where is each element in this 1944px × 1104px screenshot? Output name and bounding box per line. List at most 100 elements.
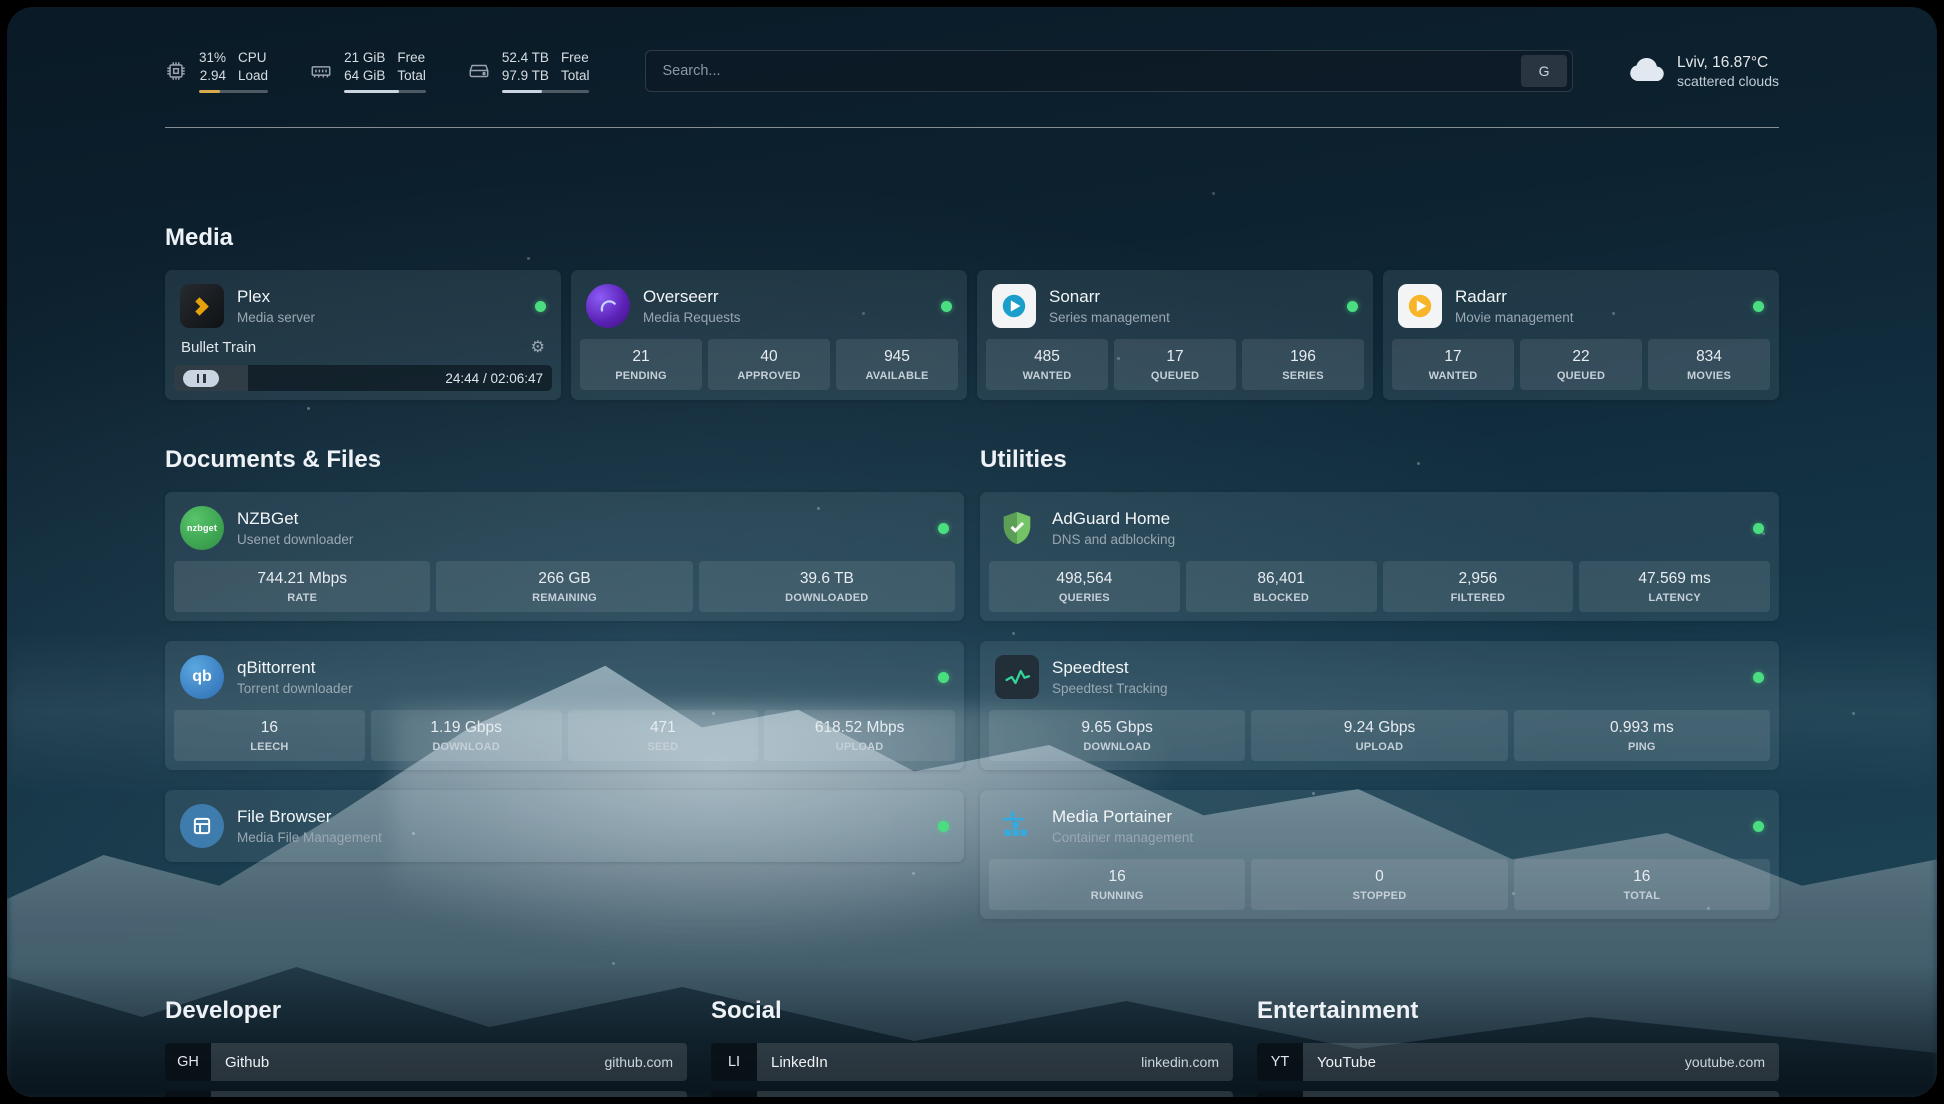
service-description: Torrent downloader (237, 681, 353, 696)
documents-column: Documents & Files nzbget NZBGet Usenet d… (165, 446, 964, 919)
stat-latency: 47.569 ms LATENCY (1579, 561, 1770, 612)
service-card-portainer[interactable]: Media Portainer Container management 16 … (980, 790, 1779, 919)
stat-value: 485 (990, 348, 1104, 366)
plex-player-bar[interactable]: 24:44 / 02:06:47 (174, 365, 552, 391)
stat-remaining: 266 GB REMAINING (436, 561, 692, 612)
bookmark-group-social: Social LI LinkedIn linkedin.com TW Twitt… (711, 997, 1233, 1097)
memory-total-value: 64 GiB (344, 67, 385, 85)
stat-label: DOWNLOADED (703, 592, 951, 604)
service-card-nzbget[interactable]: nzbget NZBGet Usenet downloader 744.21 M… (165, 492, 964, 621)
stat-value: 945 (840, 348, 954, 366)
stat-value: 834 (1652, 348, 1766, 366)
service-description: DNS and adblocking (1052, 532, 1175, 547)
cpu-load-value: 2.94 (200, 67, 226, 85)
stat-value: 618.52 Mbps (768, 719, 951, 737)
search-provider-button[interactable]: G (1521, 55, 1567, 87)
stat-pending: 21 PENDING (580, 339, 702, 390)
stat-rate: 744.21 Mbps RATE (174, 561, 430, 612)
stat-value: 744.21 Mbps (178, 570, 426, 588)
cpu-widget: 31% 2.94 CPU Load (165, 49, 268, 93)
section-title-developer: Developer (165, 997, 687, 1025)
weather-condition: scattered clouds (1677, 73, 1779, 89)
status-dot (941, 301, 952, 312)
adguard-header: AdGuard Home DNS and adblocking (989, 501, 1770, 561)
stat-label: BLOCKED (1190, 592, 1373, 604)
bookmark-netflix[interactable]: NF Netflix netflix.com (1257, 1091, 1779, 1097)
service-name: Plex (237, 287, 315, 307)
bookmark-linkedin[interactable]: LI LinkedIn linkedin.com (711, 1043, 1233, 1081)
disk-progress-track (502, 90, 590, 93)
stat-label: UPLOAD (1255, 741, 1503, 753)
stat-leech: 16 LEECH (174, 710, 365, 761)
stat-label: RATE (178, 592, 426, 604)
service-card-qbittorrent[interactable]: qb qBittorrent Torrent downloader 16 LEE… (165, 641, 964, 770)
stat-downloaded: 39.6 TB DOWNLOADED (699, 561, 955, 612)
stat-label: STOPPED (1255, 890, 1503, 902)
stat-value: 9.24 Gbps (1255, 719, 1503, 737)
bookmark-abbr: SO (165, 1091, 211, 1097)
stat-wanted: 17 WANTED (1392, 339, 1514, 390)
gear-icon[interactable]: ⚙ (531, 340, 545, 356)
cpu-usage-value: 31% (199, 49, 226, 67)
stat-download: 9.65 Gbps DOWNLOAD (989, 710, 1245, 761)
bookmark-abbr: GH (165, 1043, 211, 1081)
bookmark-group-developer: Developer GH Github github.com SO StackO… (165, 997, 687, 1097)
portainer-crane-icon (995, 804, 1039, 848)
stat-queries: 498,564 QUERIES (989, 561, 1180, 612)
service-card-plex[interactable]: Plex Media server Bullet Train ⚙ 24:44 /… (165, 270, 561, 400)
stat-value: 16 (178, 719, 361, 737)
search-input[interactable] (646, 51, 1521, 91)
weather-widget[interactable]: Lviv, 16.87°C scattered clouds (1629, 54, 1779, 89)
bookmark-twitter[interactable]: TW Twitter twitter.com (711, 1091, 1233, 1097)
service-card-adguard[interactable]: AdGuard Home DNS and adblocking 498,564 … (980, 492, 1779, 621)
status-dot (1753, 523, 1764, 534)
status-dot (1753, 672, 1764, 683)
stat-stopped: 0 STOPPED (1251, 859, 1507, 910)
service-name: Speedtest (1052, 658, 1168, 678)
page-content: 31% 2.94 CPU Load (165, 7, 1779, 1097)
bookmark-stackoverflow[interactable]: SO StackOverflow stackoverflow.com (165, 1091, 687, 1097)
sonarr-icon (992, 284, 1036, 328)
stat-label: PING (1518, 741, 1766, 753)
service-description: Container management (1052, 830, 1193, 845)
section-title-entertainment: Entertainment (1257, 997, 1779, 1025)
stat-seed: 471 SEED (568, 710, 759, 761)
stat-label: DOWNLOAD (993, 741, 1241, 753)
stat-blocked: 86,401 BLOCKED (1186, 561, 1377, 612)
disk-widget: 52.4 TB 97.9 TB Free Total (468, 49, 590, 93)
qbittorrent-icon: qb (180, 655, 224, 699)
bookmark-github[interactable]: GH Github github.com (165, 1043, 687, 1081)
memory-free-label: Free (397, 49, 426, 67)
memory-widget: 21 GiB 64 GiB Free Total (310, 49, 426, 93)
stat-label: SEED (572, 741, 755, 753)
qbittorrent-icon-text: qb (192, 668, 212, 686)
status-dot (938, 672, 949, 683)
media-cards-row: Plex Media server Bullet Train ⚙ 24:44 /… (165, 270, 1779, 400)
nzbget-icon-text: nzbget (187, 523, 217, 533)
service-name: File Browser (237, 807, 382, 827)
sonarr-header: Sonarr Series management (986, 279, 1364, 339)
stat-value: 196 (1246, 348, 1360, 366)
memory-icon (310, 60, 332, 82)
section-title-social: Social (711, 997, 1233, 1025)
service-card-sonarr[interactable]: Sonarr Series management 485 WANTED 17 Q… (977, 270, 1373, 400)
stat-label: FILTERED (1387, 592, 1570, 604)
service-card-filebrowser[interactable]: File Browser Media File Management (165, 790, 964, 862)
utilities-column: Utilities (980, 446, 1779, 919)
service-card-speedtest[interactable]: Speedtest Speedtest Tracking 9.65 Gbps D… (980, 641, 1779, 770)
stat-upload: 9.24 Gbps UPLOAD (1251, 710, 1507, 761)
stat-value: 2,956 (1387, 570, 1570, 588)
bookmark-youtube[interactable]: YT YouTube youtube.com (1257, 1043, 1779, 1081)
stat-label: QUERIES (993, 592, 1176, 604)
stat-label: DOWNLOAD (375, 741, 558, 753)
stat-value: 17 (1118, 348, 1232, 366)
service-card-overseerr[interactable]: Overseerr Media Requests 21 PENDING 40 A… (571, 270, 967, 400)
stat-value: 47.569 ms (1583, 570, 1766, 588)
filebrowser-header: File Browser Media File Management (174, 799, 955, 853)
stat-value: 40 (712, 348, 826, 366)
pause-button[interactable] (183, 370, 219, 387)
service-description: Series management (1049, 310, 1170, 325)
service-card-radarr[interactable]: Radarr Movie management 17 WANTED 22 QUE… (1383, 270, 1779, 400)
service-name: qBittorrent (237, 658, 353, 678)
stat-label: REMAINING (440, 592, 688, 604)
